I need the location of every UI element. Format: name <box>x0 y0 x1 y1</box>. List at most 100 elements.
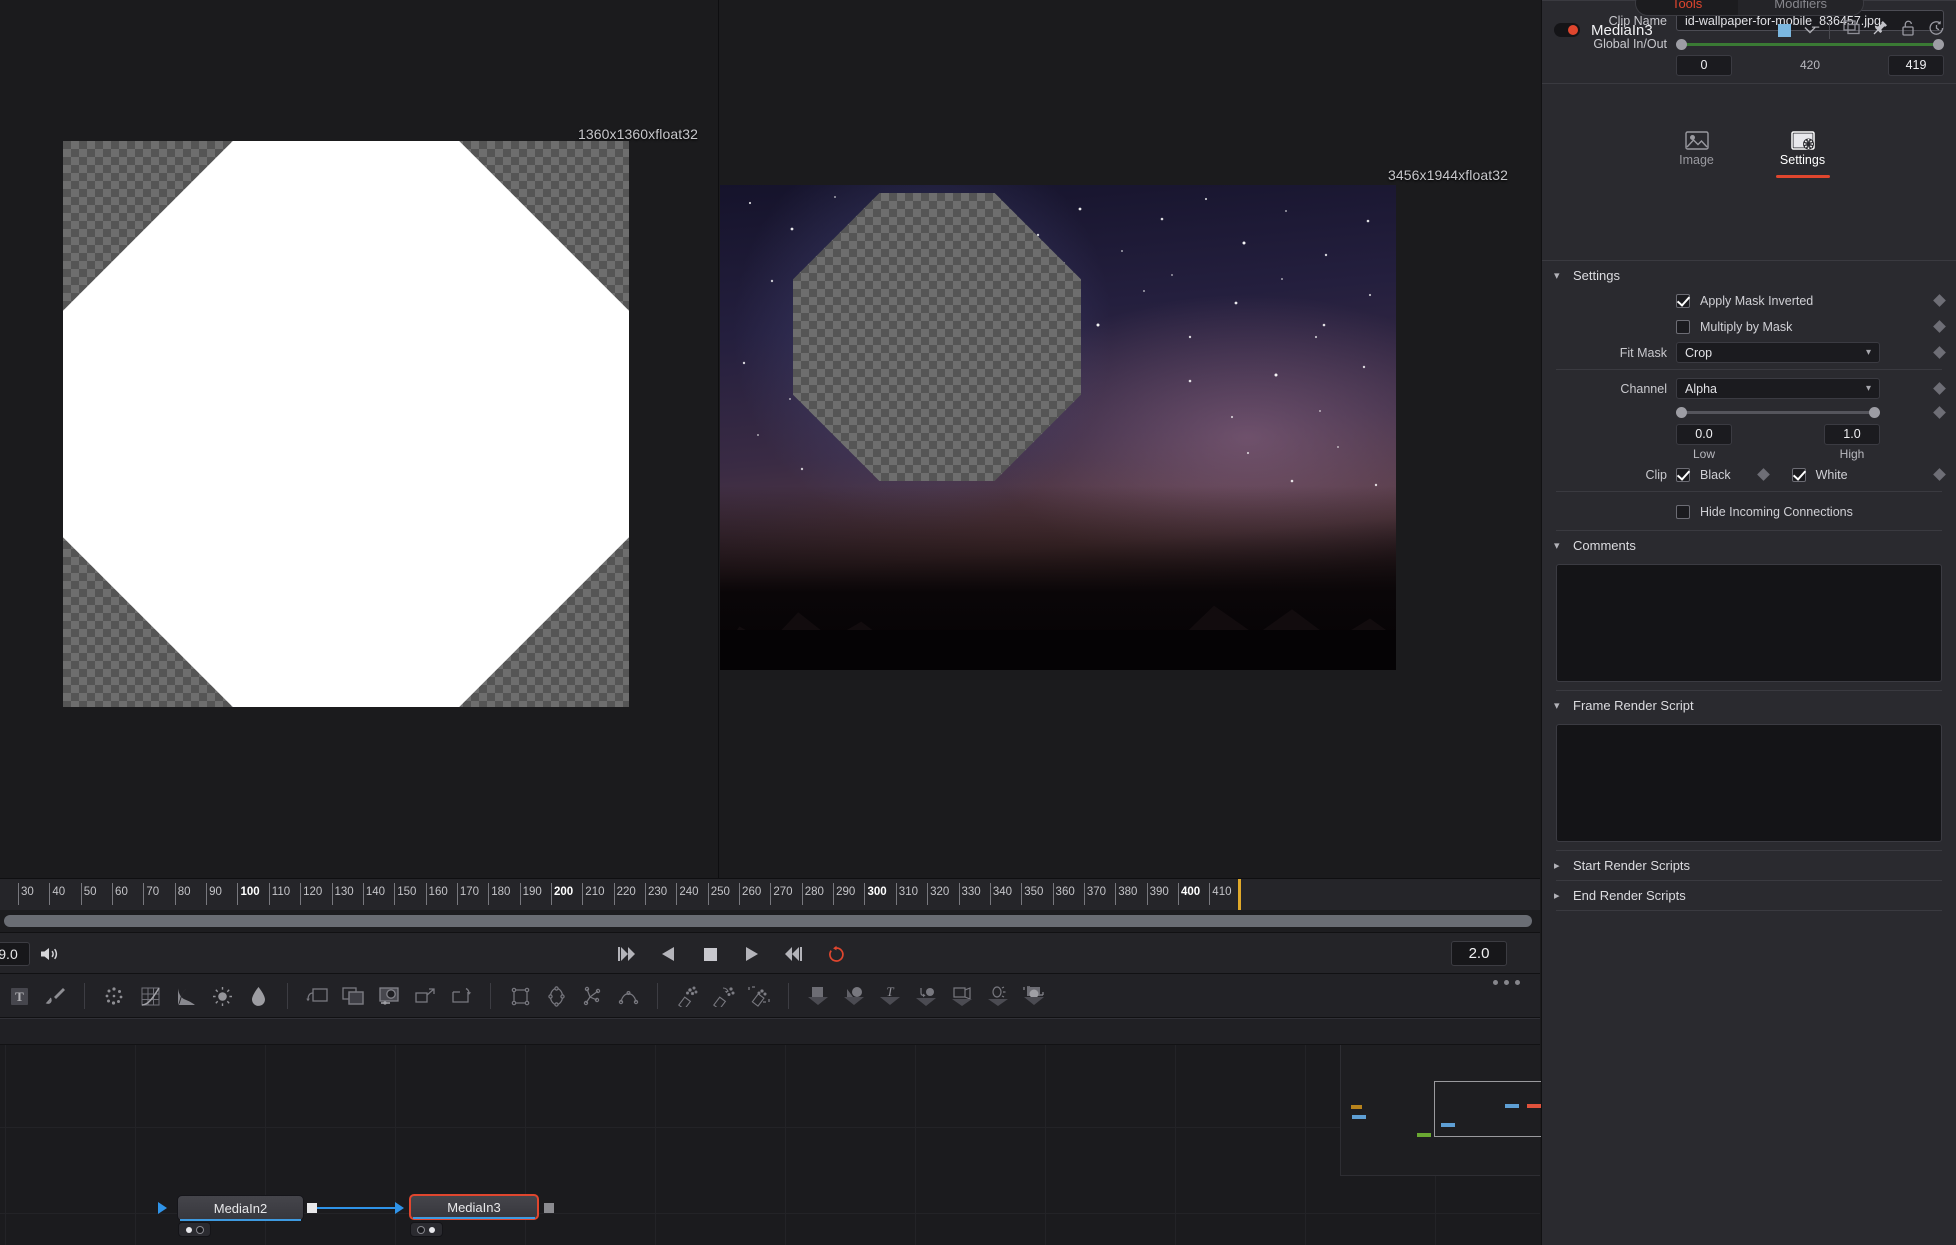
tab-settings[interactable]: Settings <box>1770 128 1836 178</box>
clip-black-keyframe[interactable] <box>1756 468 1770 481</box>
channel-range-slider[interactable] <box>1676 406 1880 418</box>
bspline-mask-icon[interactable] <box>615 983 641 1009</box>
pin-icon[interactable] <box>1873 20 1888 40</box>
merge-icon[interactable] <box>304 983 330 1009</box>
ruler-tick-label: 260 <box>742 886 762 898</box>
global-out-field[interactable]: 419 <box>1888 54 1944 76</box>
polygon-mask-icon[interactable] <box>579 983 605 1009</box>
image-plane-3d-icon[interactable] <box>805 983 831 1009</box>
channel-dropdown[interactable]: Alpha ▾ <box>1676 378 1880 399</box>
comments-textarea[interactable] <box>1556 564 1942 682</box>
channel-high-field[interactable]: 1.0 <box>1824 423 1880 445</box>
node-enable-toggle[interactable] <box>1554 23 1580 37</box>
blur-dots-icon[interactable] <box>101 983 127 1009</box>
playhead[interactable] <box>1237 879 1241 911</box>
more-options-icon[interactable] <box>1493 980 1520 985</box>
apply-mask-inverted-keyframe[interactable] <box>1933 294 1946 307</box>
tab-modifiers[interactable]: Modifiers <box>1738 0 1864 15</box>
medialn2-input-arrow[interactable] <box>158 1202 167 1214</box>
camera-3d-icon[interactable] <box>949 983 975 1009</box>
node-medialn2-output[interactable] <box>307 1203 317 1213</box>
ruler-tick-label: 170 <box>459 886 480 898</box>
ruler-tick-label: 380 <box>1118 886 1138 898</box>
channel-range-keyframe[interactable] <box>1933 405 1946 419</box>
apply-mask-inverted-checkbox[interactable] <box>1676 293 1690 308</box>
particle-render-icon[interactable] <box>746 983 772 1009</box>
s-curve-icon[interactable] <box>173 983 199 1009</box>
multiply-by-mask-checkbox[interactable] <box>1676 319 1690 334</box>
play-forward-button[interactable] <box>741 943 763 965</box>
node-graph-canvas[interactable]: MediaIn2 MediaIn3 <box>0 1045 1540 1245</box>
rectangle-mask-icon[interactable] <box>507 983 533 1009</box>
tab-image[interactable]: Image <box>1664 128 1730 176</box>
node-medialn3-status[interactable] <box>410 1222 443 1237</box>
clip-black-checkbox[interactable] <box>1676 467 1690 482</box>
frame-render-script-header[interactable]: ▾ Frame Render Script <box>1542 691 1956 720</box>
skip-to-end-button[interactable] <box>783 943 805 965</box>
particle-force-icon[interactable] <box>710 983 736 1009</box>
global-out-knob[interactable] <box>1933 38 1944 50</box>
duplicate-icon[interactable] <box>1843 20 1860 40</box>
curve-grid-icon[interactable] <box>137 983 163 1009</box>
skip-to-start-button[interactable] <box>615 943 637 965</box>
clip-white-keyframe[interactable] <box>1933 468 1946 481</box>
viewer-right-image <box>720 185 1396 670</box>
node-color-chip[interactable] <box>1778 23 1791 37</box>
viewer-left[interactable]: 1360x1360xfloat32 <box>0 0 719 878</box>
fit-mask-dropdown[interactable]: Crop ▾ <box>1676 342 1880 363</box>
sun-icon[interactable] <box>209 983 235 1009</box>
ellipse-mask-icon[interactable] <box>543 983 569 1009</box>
zoom-level-field[interactable]: 2.0 <box>1451 941 1507 966</box>
node-graph-minimap[interactable] <box>1340 1045 1587 1176</box>
spot-light-icon[interactable] <box>985 983 1011 1009</box>
dissolve-icon[interactable] <box>340 983 366 1009</box>
shape-3d-icon[interactable] <box>841 983 867 1009</box>
node-medialn2-status[interactable] <box>178 1222 211 1237</box>
current-time-field[interactable]: 9.0 <box>0 942 30 966</box>
timeline-scrollbar[interactable] <box>0 910 1540 932</box>
text-3d-icon[interactable]: T <box>877 983 903 1009</box>
inspector-node-title: MediaIn3 <box>1591 21 1653 39</box>
matte-control-icon[interactable] <box>376 983 402 1009</box>
global-in-knob[interactable] <box>1676 38 1687 50</box>
frame-render-script-textarea[interactable] <box>1556 724 1942 842</box>
global-in-field[interactable]: 0 <box>1676 54 1732 76</box>
channel-low-knob[interactable] <box>1676 406 1687 418</box>
merge-3d-icon[interactable] <box>913 983 939 1009</box>
node-medialn2[interactable]: MediaIn2 <box>177 1195 304 1221</box>
channel-low-field[interactable]: 0.0 <box>1676 423 1732 445</box>
node-medialn2-underline <box>180 1219 301 1221</box>
loop-button[interactable] <box>825 943 847 965</box>
settings-section-header[interactable]: ▾ Settings <box>1542 261 1956 290</box>
multiply-by-mask-keyframe[interactable] <box>1933 320 1946 333</box>
droplet-icon[interactable] <box>245 983 271 1009</box>
channel-keyframe[interactable] <box>1933 382 1946 395</box>
node-medialn3-output[interactable] <box>544 1203 554 1213</box>
renderer-3d-icon[interactable] <box>1021 983 1047 1009</box>
clip-white-checkbox[interactable] <box>1791 467 1806 482</box>
channel-high-knob[interactable] <box>1869 406 1880 418</box>
play-reverse-button[interactable] <box>657 943 679 965</box>
timeline-ruler[interactable]: 30 40 50 60 70 80 90 100 110 120 130 140 150 160 170 18… <box>0 878 1540 911</box>
speaker-icon[interactable] <box>38 945 60 968</box>
stop-button[interactable] <box>699 943 721 965</box>
chevron-down-icon[interactable] <box>1804 21 1816 39</box>
node-graph[interactable]: MediaIn2 MediaIn3 <box>0 1018 1587 1245</box>
hide-incoming-checkbox[interactable] <box>1676 504 1690 519</box>
end-render-scripts-header[interactable]: ▸ End Render Scripts <box>1542 881 1956 910</box>
timeline-scrollbar-thumb[interactable] <box>4 915 1532 927</box>
start-render-scripts-header[interactable]: ▸ Start Render Scripts <box>1542 851 1956 880</box>
particle-emitter-icon[interactable] <box>674 983 700 1009</box>
comments-section-header[interactable]: ▾ Comments <box>1542 531 1956 560</box>
resize-icon[interactable] <box>412 983 438 1009</box>
text-t-icon[interactable]: T <box>6 983 32 1009</box>
transform-icon[interactable] <box>448 983 474 1009</box>
paint-brush-icon[interactable] <box>42 983 68 1009</box>
tab-tools[interactable]: Tools <box>1635 0 1739 15</box>
fit-mask-keyframe[interactable] <box>1933 346 1946 359</box>
global-inout-slider[interactable] <box>1676 38 1944 50</box>
chevron-right-icon: ▸ <box>1554 890 1560 902</box>
viewer-right[interactable]: 3456x1944xfloat32 <box>720 0 1540 878</box>
node-medialn3[interactable]: MediaIn3 <box>409 1194 539 1220</box>
medialn3-input-arrow[interactable] <box>395 1202 404 1214</box>
